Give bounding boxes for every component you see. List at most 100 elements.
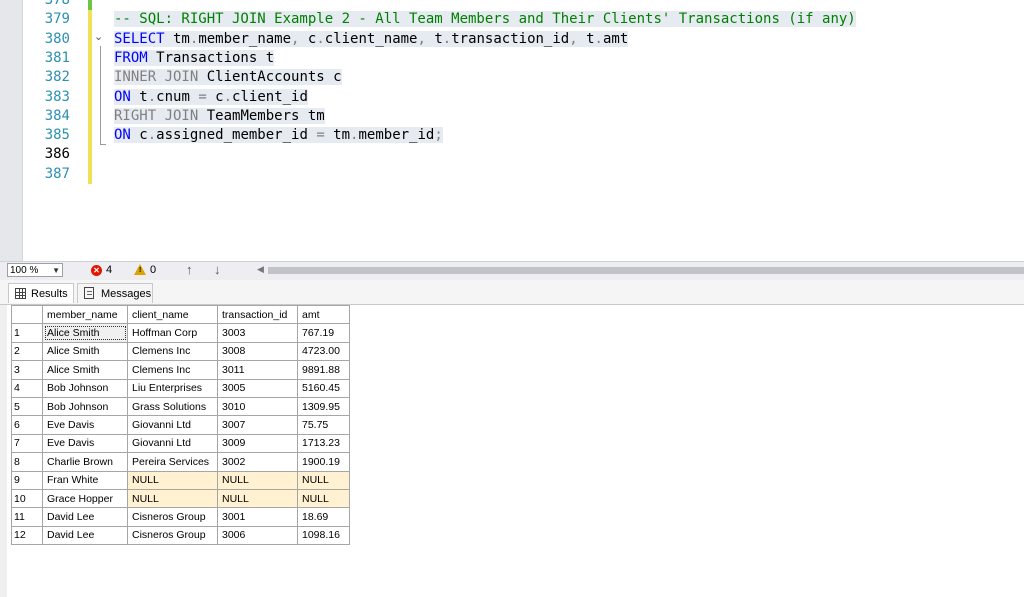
scroll-left-icon[interactable]: ◀ [257, 264, 264, 275]
grid-cell[interactable]: 767.19 [297, 323, 350, 343]
table-row[interactable]: 5 Bob Johnson Grass Solutions 3010 1309.95 [11, 396, 350, 417]
collapse-icon[interactable]: ⌄ [94, 30, 106, 44]
grid-cell[interactable]: Liu Enterprises [127, 378, 218, 398]
table-row[interactable]: 6 Eve Davis Giovanni Ltd 3007 75.75 [11, 415, 350, 435]
row-number[interactable]: 9 [11, 470, 43, 490]
grid-cell[interactable]: 5160.45 [297, 378, 350, 398]
tab-messages[interactable]: Messages [77, 283, 153, 303]
grid-cell[interactable]: NULL [297, 470, 350, 490]
grid-cell[interactable]: Bob Johnson [42, 396, 128, 417]
grid-cell[interactable]: Alice Smith [42, 323, 128, 343]
warning-count[interactable]: 0 [150, 264, 156, 276]
code-line[interactable]: ON c.assigned_member_id = tm.member_id; [114, 126, 443, 145]
grid-cell[interactable]: Giovanni Ltd [127, 433, 218, 454]
grid-cell[interactable]: 9891.88 [297, 360, 350, 380]
code-line[interactable]: FROM Transactions t [114, 49, 275, 68]
table-row[interactable]: 9 Fran White NULL NULL NULL [11, 470, 350, 490]
grid-cell[interactable]: 3001 [217, 507, 298, 527]
grid-cell[interactable]: Alice Smith [42, 360, 128, 380]
table-row[interactable]: 12 David Lee Cisneros Group 3006 1098.16 [11, 525, 350, 546]
error-count[interactable]: 4 [106, 264, 112, 276]
grid-cell[interactable]: 75.75 [297, 415, 350, 435]
grid-cell[interactable]: 3006 [217, 525, 298, 546]
grid-cell[interactable]: NULL [297, 488, 350, 509]
grid-cell[interactable]: David Lee [42, 507, 128, 527]
table-row[interactable]: 7 Eve Davis Giovanni Ltd 3009 1713.23 [11, 433, 350, 454]
zoom-select[interactable]: 100 % ▼ [7, 263, 63, 277]
grid-cell[interactable]: NULL [217, 488, 298, 509]
sql-editor[interactable]: 378 379 380 381 382 383 384 385 386 387 ⌄ -- SQL:… [0, 0, 1024, 261]
grid-cell[interactable]: Clemens Inc [127, 341, 218, 362]
code-line[interactable]: INNER JOIN ClientAccounts c [114, 68, 342, 87]
grid-cell[interactable]: Charlie Brown [42, 452, 128, 472]
grid-cell[interactable]: 3005 [217, 378, 298, 398]
code-line[interactable]: -- SQL: RIGHT JOIN Example 2 - All Team … [114, 10, 856, 29]
grid-cell[interactable]: 3007 [217, 415, 298, 435]
grid-cell[interactable]: Giovanni Ltd [127, 415, 218, 435]
grid-cell[interactable]: NULL [217, 470, 298, 490]
arrow-down-icon[interactable]: ↓ [214, 262, 221, 277]
table-row[interactable]: 1 Alice Smith Hoffman Corp 3003 767.19 [11, 323, 350, 343]
grid-cell[interactable]: Hoffman Corp [127, 323, 218, 343]
grid-cell[interactable]: 1309.95 [297, 396, 350, 417]
table-row[interactable]: 4 Bob Johnson Liu Enterprises 3005 5160.45 [11, 378, 350, 398]
grid-cell[interactable]: 3010 [217, 396, 298, 417]
row-number[interactable]: 1 [11, 323, 43, 343]
code-line[interactable]: SELECT tm.member_name, c.client_name, t.… [114, 30, 629, 49]
grid-cell[interactable]: 1900.19 [297, 452, 350, 472]
table-row[interactable]: 3 Alice Smith Clemens Inc 3011 9891.88 [11, 360, 350, 380]
grid-cell[interactable]: Eve Davis [42, 415, 128, 435]
grid-cell[interactable]: Clemens Inc [127, 360, 218, 380]
row-number[interactable]: 10 [11, 488, 43, 509]
tab-results[interactable]: Results [8, 283, 74, 303]
grid-cell[interactable]: 1713.23 [297, 433, 350, 454]
horizontal-scrollbar[interactable] [268, 267, 1024, 274]
grid-cell[interactable]: Pereira Services [127, 452, 218, 472]
column-header[interactable]: transaction_id [217, 304, 298, 325]
grid-cell[interactable]: Alice Smith [42, 341, 128, 362]
code-token: amt [602, 30, 629, 47]
grid-cell[interactable]: 3009 [217, 433, 298, 454]
arrow-up-icon[interactable]: ↑ [186, 262, 193, 277]
grid-cell[interactable]: 3008 [217, 341, 298, 362]
row-number[interactable]: 3 [11, 360, 43, 380]
table-row[interactable]: 10 Grace Hopper NULL NULL NULL [11, 488, 350, 509]
row-number[interactable]: 8 [11, 452, 43, 472]
row-number[interactable]: 7 [11, 433, 43, 454]
grid-cell[interactable]: NULL [127, 470, 218, 490]
grid-cell[interactable]: Grass Solutions [127, 396, 218, 417]
grid-cell[interactable]: NULL [127, 488, 218, 509]
grid-cell[interactable]: Cisneros Group [127, 507, 218, 527]
code-line[interactable]: ON t.cnum = c.client_id [114, 88, 308, 107]
column-header[interactable]: amt [297, 304, 350, 325]
grid-cell[interactable]: 3002 [217, 452, 298, 472]
table-row[interactable]: 2 Alice Smith Clemens Inc 3008 4723.00 [11, 341, 350, 362]
row-number[interactable]: 6 [11, 415, 43, 435]
row-number[interactable]: 5 [11, 396, 43, 417]
grid-cell[interactable]: 3011 [217, 360, 298, 380]
table-row[interactable]: 8 Charlie Brown Pereira Services 3002 1900.1… [11, 452, 350, 472]
grid-cell[interactable]: 3003 [217, 323, 298, 343]
line-number: 384 [44, 107, 70, 124]
code-line[interactable]: RIGHT JOIN TeamMembers tm [114, 107, 325, 126]
grid-cell[interactable]: Grace Hopper [42, 488, 128, 509]
row-number[interactable]: 4 [11, 378, 43, 398]
column-header[interactable]: member_name [42, 304, 128, 325]
results-grid[interactable]: member_name client_name transaction_id a… [11, 304, 350, 546]
grid-cell[interactable]: 1098.16 [297, 525, 350, 546]
grid-cell[interactable]: Eve Davis [42, 433, 128, 454]
grid-cell[interactable]: Bob Johnson [42, 378, 128, 398]
grid-cell[interactable]: 4723.00 [297, 341, 350, 362]
table-row[interactable]: 11 David Lee Cisneros Group 3001 18.69 [11, 507, 350, 527]
error-icon[interactable]: ✕ [91, 265, 102, 276]
grid-cell[interactable]: David Lee [42, 525, 128, 546]
row-number[interactable]: 12 [11, 525, 43, 546]
row-number[interactable]: 2 [11, 341, 43, 362]
row-number[interactable]: 11 [11, 507, 43, 527]
grid-cell[interactable]: 18.69 [297, 507, 350, 527]
column-header[interactable]: client_name [127, 304, 218, 325]
grid-corner-cell[interactable] [11, 304, 43, 325]
grid-cell[interactable]: Cisneros Group [127, 525, 218, 546]
code-token: . [442, 30, 452, 47]
grid-cell[interactable]: Fran White [42, 470, 128, 490]
